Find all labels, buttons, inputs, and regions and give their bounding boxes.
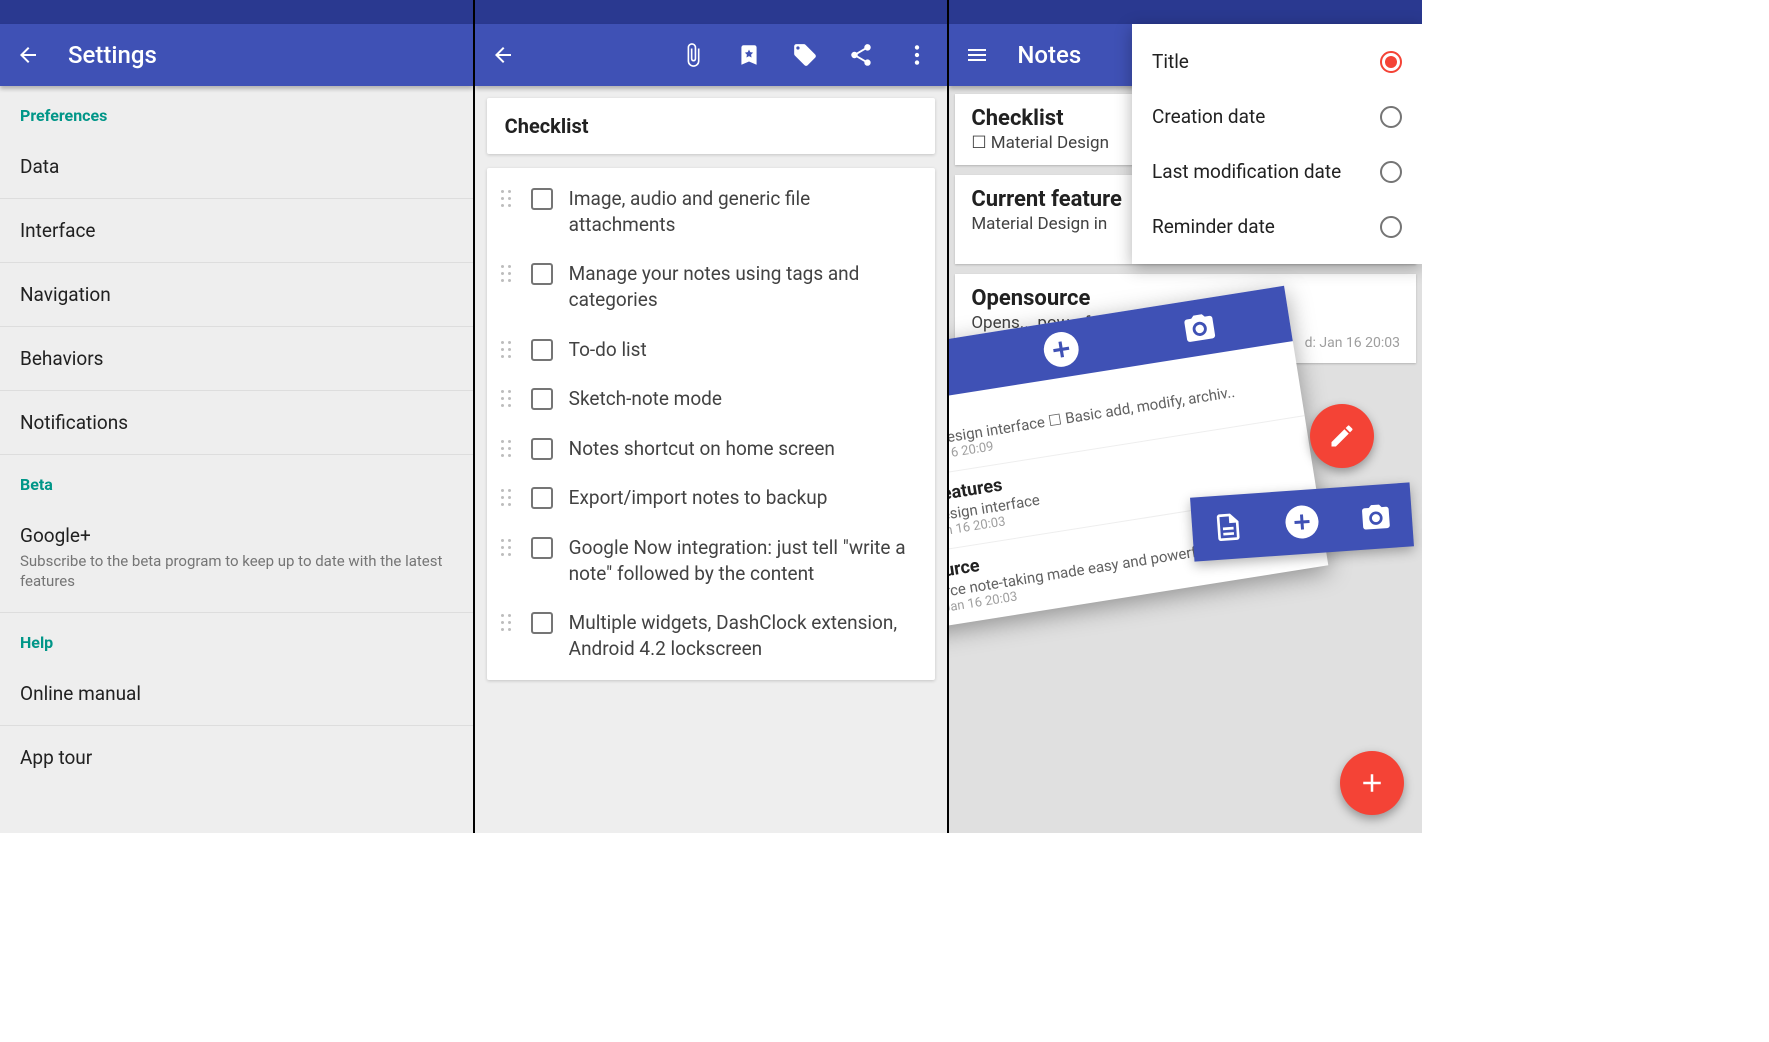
camera-icon[interactable] <box>1178 306 1221 349</box>
checkbox[interactable] <box>531 537 553 559</box>
note-icon[interactable] <box>1211 510 1245 544</box>
checklist-item[interactable]: Google Now integration: just tell "write… <box>487 523 936 598</box>
checklist-text: Google Now integration: just tell "write… <box>569 535 922 586</box>
setting-navigation[interactable]: Navigation <box>0 263 473 327</box>
checklist-text: Notes shortcut on home screen <box>569 436 835 462</box>
settings-app-bar: Settings <box>0 24 473 86</box>
checkbox[interactable] <box>531 388 553 410</box>
checklist-item[interactable]: Notes shortcut on home screen <box>487 424 936 474</box>
checklist-title-card: Checklist <box>487 98 936 154</box>
drag-handle-icon[interactable] <box>501 614 515 631</box>
status-bar <box>475 0 948 24</box>
checkbox[interactable] <box>531 612 553 634</box>
radio-icon <box>1380 106 1402 128</box>
checklist-text: Sketch-note mode <box>569 386 722 412</box>
checklist-text: Export/import notes to backup <box>569 485 828 511</box>
notes-panel: Notes Checklist ☐ Material Design Curren… <box>949 0 1422 833</box>
checklist-item[interactable]: Sketch-note mode <box>487 374 936 424</box>
checkbox[interactable] <box>531 188 553 210</box>
fab-add-button[interactable] <box>1340 751 1404 815</box>
radio-icon <box>1380 51 1402 73</box>
radio-icon <box>1380 216 1402 238</box>
settings-title: Settings <box>68 41 157 69</box>
setting-behaviors[interactable]: Behaviors <box>0 327 473 391</box>
checklist-item[interactable]: Image, audio and generic file attachment… <box>487 174 936 249</box>
drag-handle-icon[interactable] <box>501 341 515 358</box>
checklist-item[interactable]: To-do list <box>487 325 936 375</box>
add-icon[interactable] <box>1283 503 1321 541</box>
drag-handle-icon[interactable] <box>501 190 515 207</box>
overflow-icon[interactable] <box>903 41 931 69</box>
sort-option-creation[interactable]: Creation date <box>1132 89 1422 144</box>
checklist-title: Checklist <box>487 98 936 154</box>
section-header-help: Help <box>0 613 473 662</box>
checklist-text: Manage your notes using tags and categor… <box>569 261 922 312</box>
tag-icon[interactable] <box>791 41 819 69</box>
radio-icon <box>1380 161 1402 183</box>
add-icon[interactable] <box>1040 328 1083 371</box>
back-icon[interactable] <box>491 43 515 67</box>
drag-handle-icon[interactable] <box>501 440 515 457</box>
setting-online-manual[interactable]: Online manual <box>0 662 473 726</box>
checklist-text: Multiple widgets, DashClock extension, A… <box>569 610 922 661</box>
checklist-item[interactable]: Manage your notes using tags and categor… <box>487 249 936 324</box>
setting-app-tour[interactable]: App tour <box>0 726 473 789</box>
setting-google-plus[interactable]: Google+ Subscribe to the beta program to… <box>0 504 473 613</box>
fab-edit-button[interactable] <box>1310 404 1374 468</box>
section-header-preferences: Preferences <box>0 86 473 135</box>
sort-menu: Title Creation date Last modification da… <box>1132 24 1422 264</box>
checklist-text: Image, audio and generic file attachment… <box>569 186 922 237</box>
checklist-item[interactable]: Export/import notes to backup <box>487 473 936 523</box>
camera-icon[interactable] <box>1359 500 1393 534</box>
hamburger-icon[interactable] <box>965 43 989 67</box>
notes-title: Notes <box>1017 41 1081 69</box>
share-icon[interactable] <box>847 41 875 69</box>
checklist-panel: Checklist Image, audio and generic file … <box>475 0 950 833</box>
sort-option-reminder[interactable]: Reminder date <box>1132 199 1422 254</box>
setting-interface[interactable]: Interface <box>0 199 473 263</box>
drag-handle-icon[interactable] <box>501 539 515 556</box>
checkbox[interactable] <box>531 263 553 285</box>
category-icon[interactable] <box>735 41 763 69</box>
drag-handle-icon[interactable] <box>501 489 515 506</box>
setting-notifications[interactable]: Notifications <box>0 391 473 455</box>
drag-handle-icon[interactable] <box>501 390 515 407</box>
setting-data[interactable]: Data <box>0 135 473 199</box>
drag-handle-icon[interactable] <box>501 265 515 282</box>
status-bar <box>0 0 473 24</box>
settings-panel: Settings Preferences Data Interface Navi… <box>0 0 475 833</box>
checklist-item[interactable]: Multiple widgets, DashClock extension, A… <box>487 598 936 673</box>
section-header-beta: Beta <box>0 455 473 504</box>
checkbox[interactable] <box>531 339 553 361</box>
checklist: Image, audio and generic file attachment… <box>487 168 936 680</box>
back-icon[interactable] <box>16 43 40 67</box>
sort-option-modified[interactable]: Last modification date <box>1132 144 1422 199</box>
status-bar <box>949 0 1422 24</box>
checkbox[interactable] <box>531 438 553 460</box>
attachment-icon[interactable] <box>679 41 707 69</box>
sort-option-title[interactable]: Title <box>1132 34 1422 89</box>
settings-list: Preferences Data Interface Navigation Be… <box>0 86 473 789</box>
checklist-text: To-do list <box>569 337 647 363</box>
checklist-app-bar <box>475 24 948 86</box>
checkbox[interactable] <box>531 487 553 509</box>
